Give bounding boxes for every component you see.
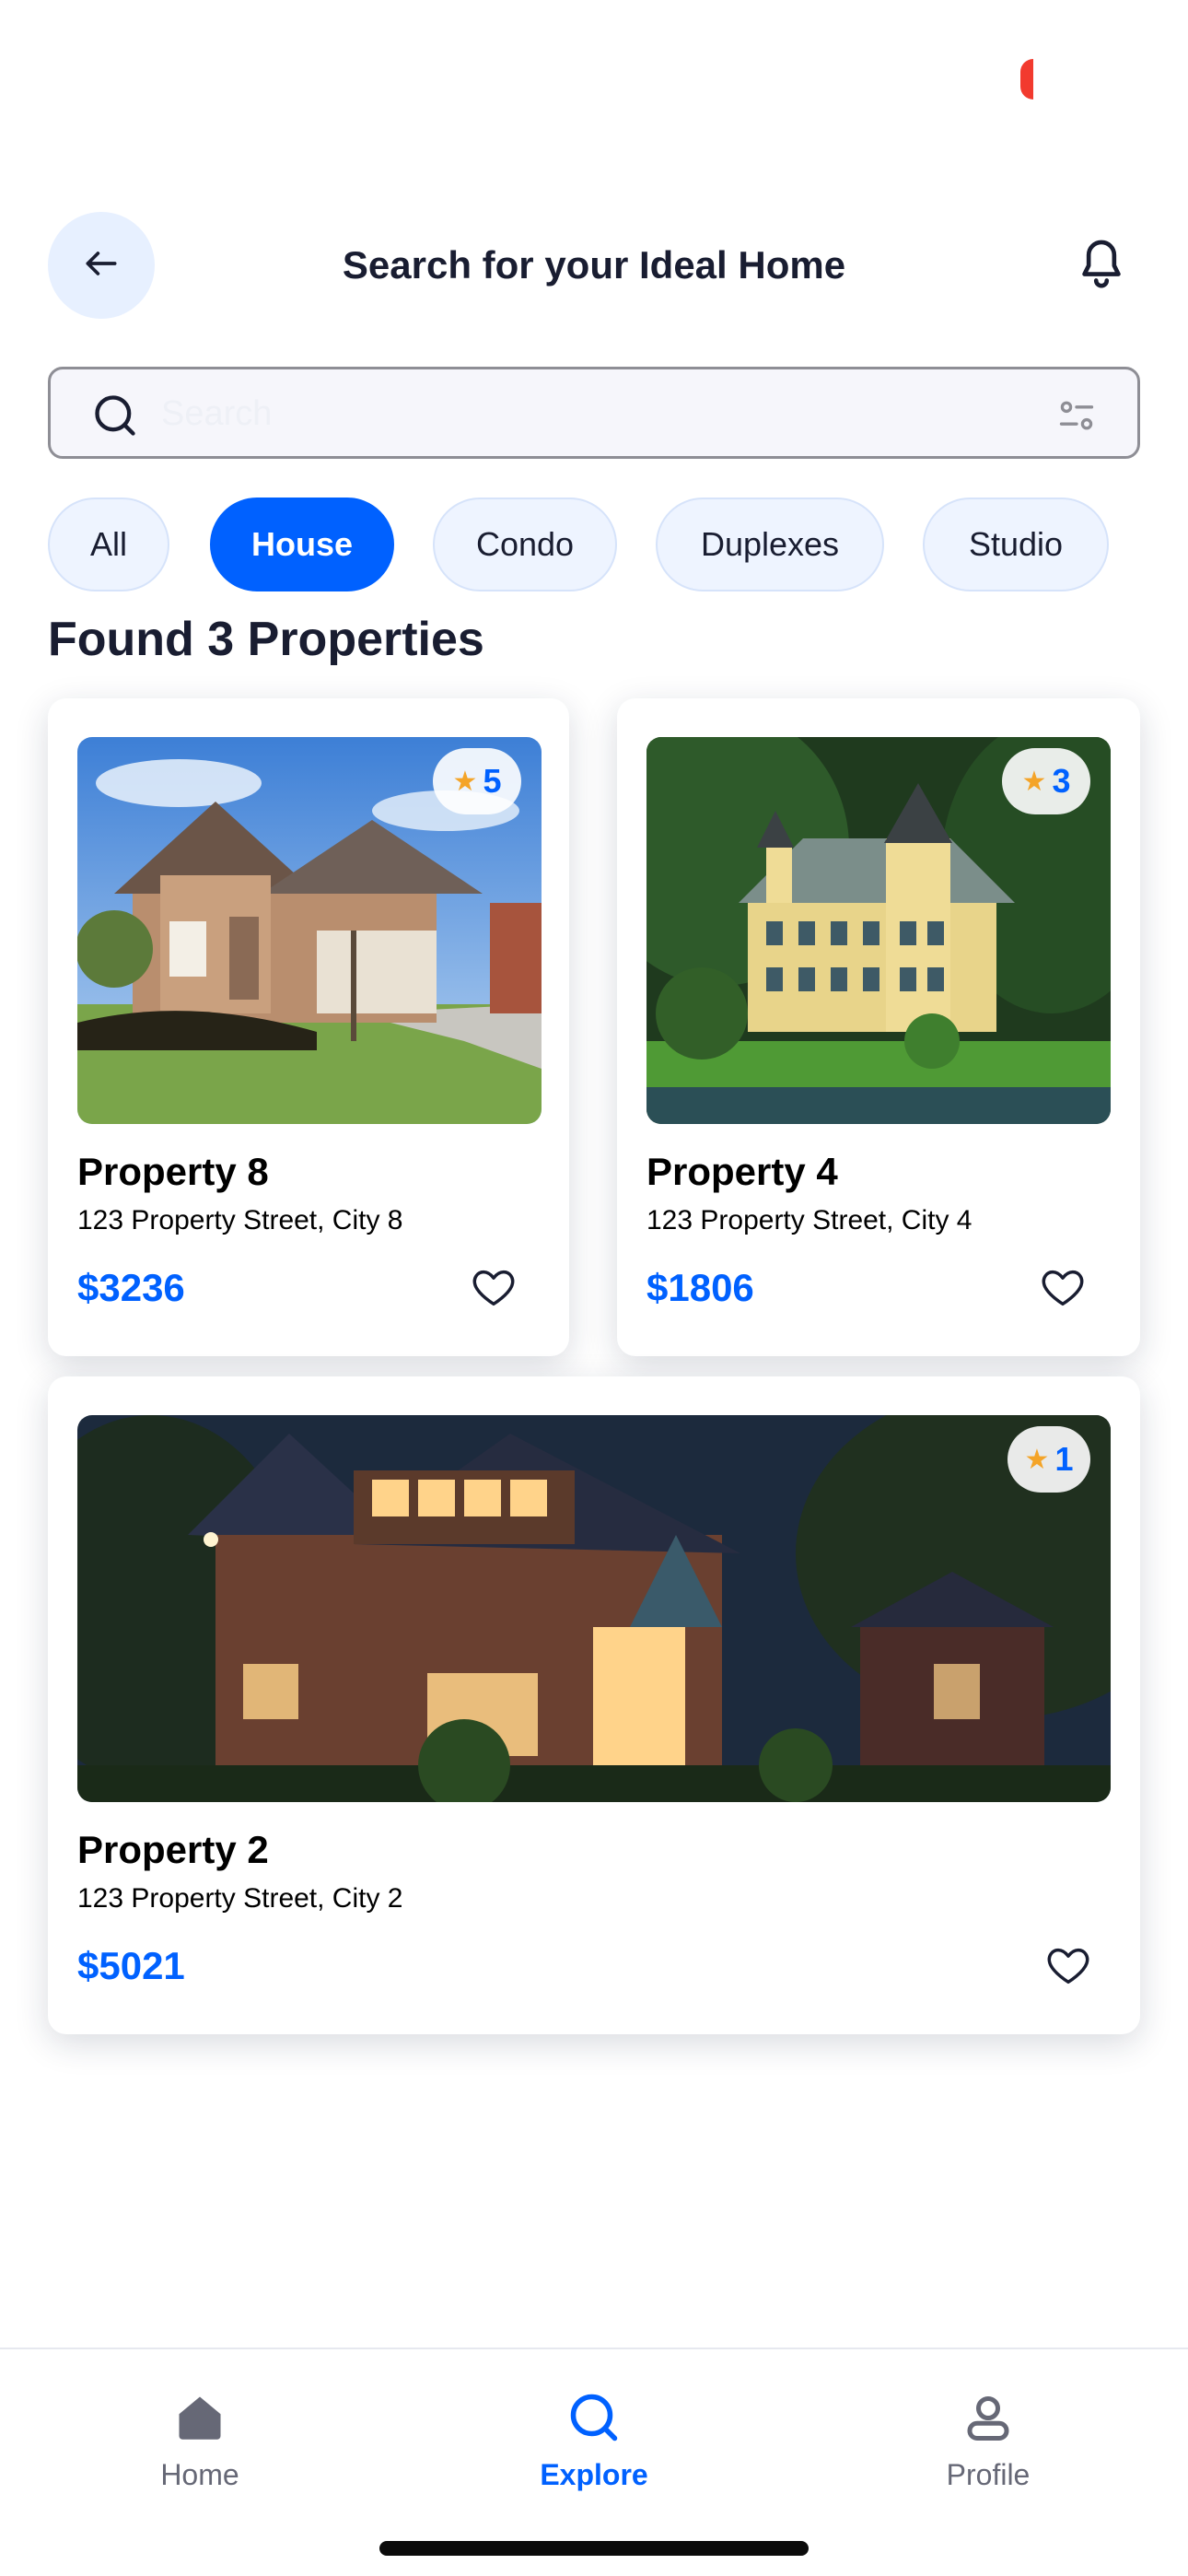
star-icon: ★ [1021, 766, 1047, 797]
nav-label: Profile [946, 2458, 1031, 2491]
property-photo: ★ 3 [646, 737, 1111, 1124]
property-card[interactable]: ★ 5 Property 8 123 Property Street, City… [48, 698, 569, 1356]
home-icon [172, 2390, 227, 2445]
filter-icon[interactable] [1056, 395, 1097, 436]
nav-label: Home [160, 2458, 239, 2491]
heart-icon[interactable] [1044, 1942, 1092, 1990]
property-photo: ★ 5 [77, 737, 542, 1124]
property-photo: ★ 1 [77, 1415, 1111, 1802]
rating-badge: ★ 5 [433, 748, 521, 814]
page-title: Search for your Ideal Home [342, 243, 846, 287]
chip-studio[interactable]: Studio [923, 498, 1109, 591]
chip-condo[interactable]: Condo [433, 498, 617, 591]
header: Search for your Ideal Home [48, 212, 1140, 319]
search-bar[interactable] [48, 367, 1140, 459]
home-indicator [379, 2541, 809, 2556]
rating-badge: ★ 3 [1002, 748, 1090, 814]
property-name: Property 8 [77, 1150, 269, 1193]
chip-all[interactable]: All [48, 498, 169, 591]
star-icon: ★ [1024, 1444, 1050, 1475]
nav-label: Explore [540, 2458, 648, 2491]
property-card[interactable]: ★ 1 Property 2 123 Property Street, City… [48, 1376, 1140, 2034]
back-button[interactable] [48, 212, 155, 319]
nav-home[interactable]: Home [99, 2390, 301, 2519]
property-address: 123 Property Street, City 8 [77, 1205, 403, 1235]
search-icon [566, 2390, 622, 2445]
property-card[interactable]: ★ 3 Property 4 123 Property Street, City… [617, 698, 1140, 1356]
property-address: 123 Property Street, City 4 [646, 1205, 973, 1235]
nav-profile[interactable]: Profile [887, 2390, 1089, 2519]
search-icon [91, 392, 139, 439]
notifications-button[interactable] [1063, 227, 1140, 304]
arrow-left-icon [81, 243, 122, 288]
profile-icon [961, 2390, 1016, 2445]
heart-icon[interactable] [1039, 1264, 1087, 1312]
property-name: Property 2 [77, 1828, 269, 1871]
status-indicator [1020, 59, 1033, 100]
chip-duplexes[interactable]: Duplexes [656, 498, 884, 591]
property-price: $5021 [77, 1944, 185, 1987]
nav-explore[interactable]: Explore [493, 2390, 695, 2519]
chip-house[interactable]: House [210, 498, 394, 591]
bell-icon [1076, 236, 1127, 296]
heart-icon[interactable] [470, 1264, 518, 1312]
rating-badge: ★ 1 [1007, 1426, 1090, 1493]
property-price: $1806 [646, 1266, 754, 1309]
property-price: $3236 [77, 1266, 185, 1309]
star-icon: ★ [452, 766, 478, 797]
results-title: Found 3 Properties [48, 613, 484, 666]
search-input[interactable] [161, 388, 990, 439]
property-address: 123 Property Street, City 2 [77, 1883, 403, 1914]
property-name: Property 4 [646, 1150, 838, 1193]
